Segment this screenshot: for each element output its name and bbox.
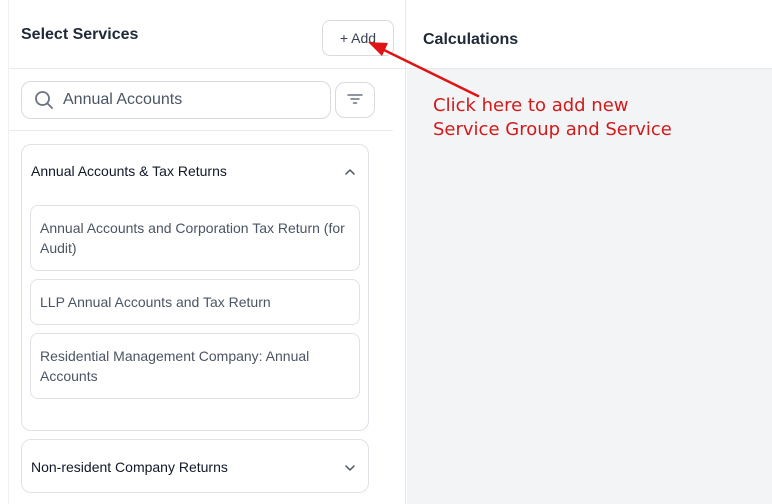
filter-button[interactable] xyxy=(335,82,375,118)
filter-icon xyxy=(347,92,363,109)
service-item[interactable]: LLP Annual Accounts and Tax Return xyxy=(30,279,360,325)
service-item-label: LLP Annual Accounts and Tax Return xyxy=(40,294,271,310)
service-group-title[interactable]: Non-resident Company Returns xyxy=(31,459,228,475)
search-icon xyxy=(34,90,54,110)
select-services-header: Select Services + Add xyxy=(9,0,407,69)
service-item[interactable]: Annual Accounts and Corporation Tax Retu… xyxy=(30,205,360,271)
annotation-line: Service Group and Service xyxy=(433,119,672,140)
annotation-note: Click here to add new Service Group and … xyxy=(433,94,672,142)
service-group-card[interactable]: Non-resident Company Returns xyxy=(21,439,369,493)
divider xyxy=(9,130,393,131)
chevron-down-icon[interactable] xyxy=(344,461,356,473)
add-button[interactable]: + Add xyxy=(322,20,394,56)
select-services-panel: Select Services + Add Annual Accounts & … xyxy=(8,0,407,504)
service-group-card: Annual Accounts & Tax Returns Annual Acc… xyxy=(21,144,369,431)
service-item[interactable]: Residential Management Company: Annual A… xyxy=(30,333,360,399)
service-item-label: Annual Accounts and Corporation Tax Retu… xyxy=(40,220,345,256)
search-box[interactable] xyxy=(21,81,331,119)
service-group-title[interactable]: Annual Accounts & Tax Returns xyxy=(31,163,227,179)
search-input[interactable] xyxy=(63,91,313,109)
calculations-title: Calculations xyxy=(423,31,519,48)
service-item-label: Residential Management Company: Annual A… xyxy=(40,348,310,384)
chevron-up-icon[interactable] xyxy=(344,165,356,177)
calculations-header: Calculations xyxy=(407,0,772,69)
panel-title: Select Services xyxy=(21,26,139,43)
annotation-line: Click here to add new xyxy=(433,95,629,116)
